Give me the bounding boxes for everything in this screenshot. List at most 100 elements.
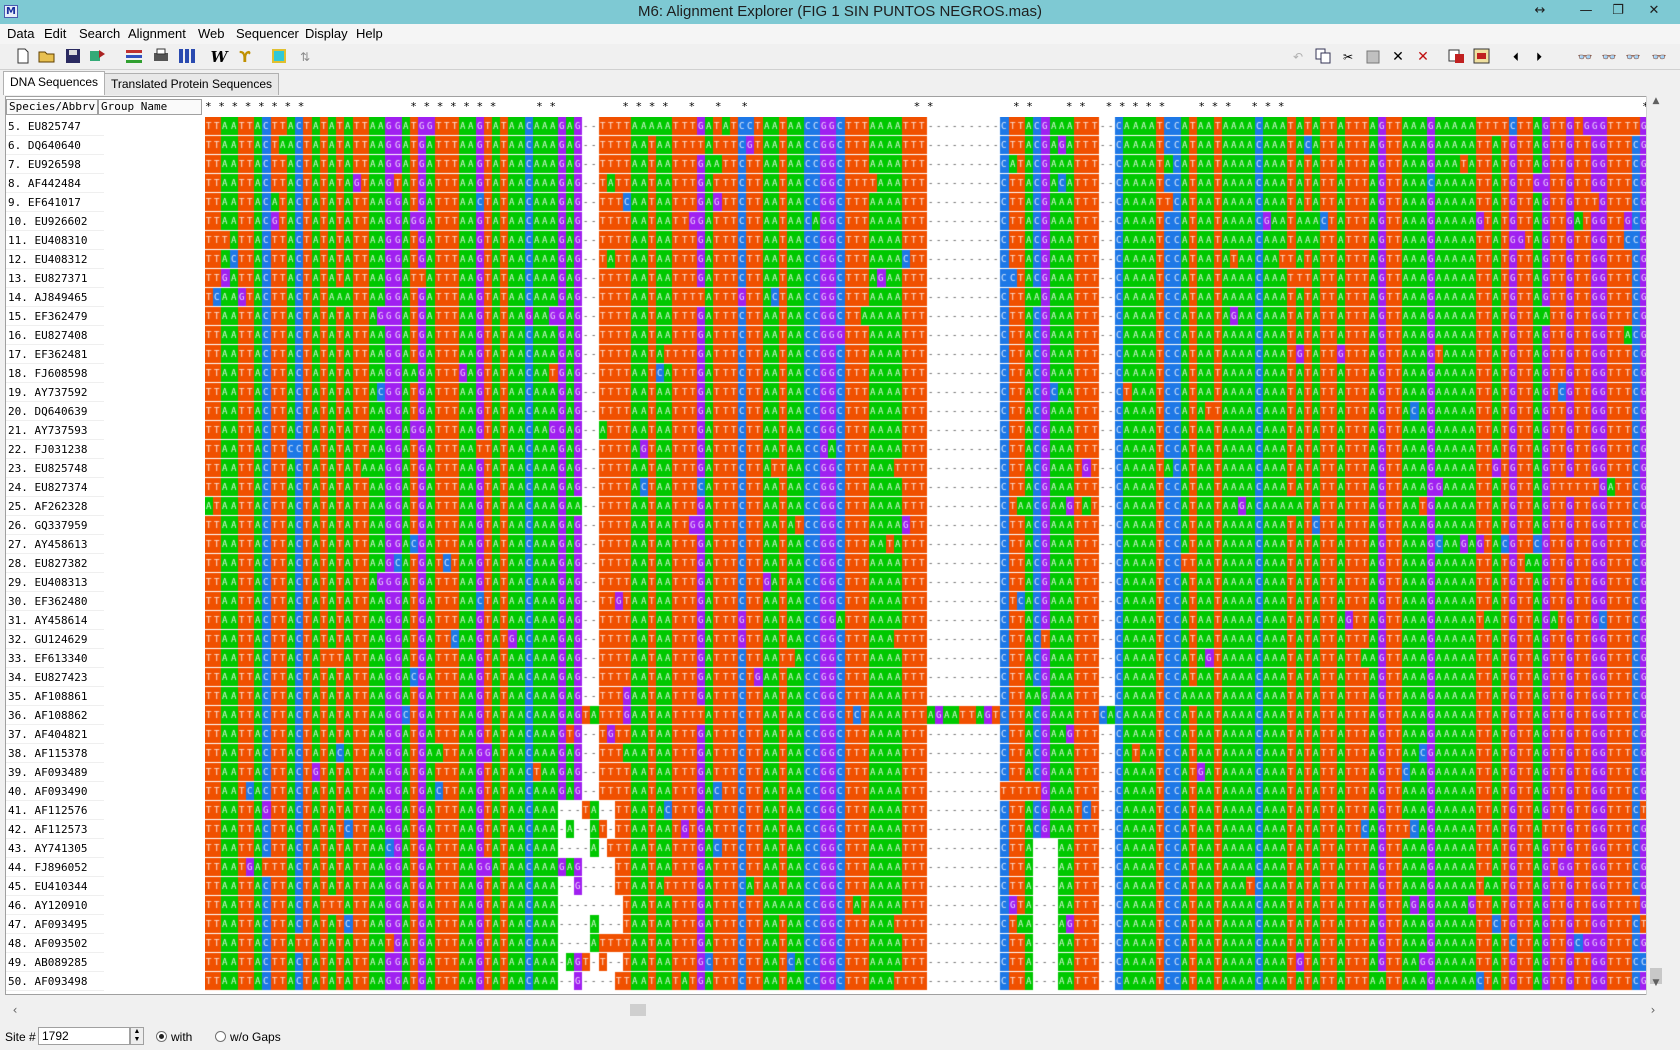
menu-edit[interactable]: Edit <box>44 26 66 41</box>
sequence-name-row[interactable]: 31. AY458614 <box>6 611 104 630</box>
sequence-name-row[interactable]: 21. AY737593 <box>6 421 104 440</box>
sequence-name-row[interactable]: 16. EU827408 <box>6 326 104 345</box>
save-icon[interactable] <box>64 48 82 66</box>
vertical-scrollbar[interactable]: ▲ ▼ <box>1646 96 1666 995</box>
sequence-name-row[interactable]: 15. EF362479 <box>6 307 104 326</box>
sequence-name-row[interactable]: 13. EU827371 <box>6 269 104 288</box>
previous-icon[interactable]: ⏴ <box>1507 48 1525 66</box>
new-file-icon[interactable] <box>14 48 32 66</box>
sequence-name-row[interactable]: 43. AY741305 <box>6 839 104 858</box>
sequence-name-row[interactable]: 45. EU410344 <box>6 877 104 896</box>
menu-alignment[interactable]: Alignment <box>128 26 186 41</box>
close-button[interactable]: ✕ <box>1640 0 1668 22</box>
sequence-name-row[interactable]: 12. EU408312 <box>6 250 104 269</box>
sequence-name-row[interactable]: 39. AF093489 <box>6 763 104 782</box>
sequence-name-row[interactable]: 41. AF112576 <box>6 801 104 820</box>
sequence-name-row[interactable]: 20. DQ640639 <box>6 402 104 421</box>
sequence-matrix[interactable] <box>205 117 1651 994</box>
menu-display[interactable]: Display <box>305 26 348 41</box>
sequence-name-row[interactable]: 48. AF093502 <box>6 934 104 953</box>
sequence-name-row[interactable]: 25. AF262328 <box>6 497 104 516</box>
mark-icon[interactable] <box>1448 48 1466 66</box>
sequence-name-row[interactable]: 18. FJ608598 <box>6 364 104 383</box>
clustalw-icon[interactable] <box>178 48 196 66</box>
menu-help[interactable]: Help <box>356 26 383 41</box>
sequence-name-row[interactable]: 36. AF108862 <box>6 706 104 725</box>
sequence-name-row[interactable]: 26. GQ337959 <box>6 516 104 535</box>
without-gaps-radio[interactable] <box>215 1031 226 1042</box>
cut-icon[interactable]: ✂ <box>1339 48 1357 66</box>
scroll-right-icon[interactable]: › <box>1645 1001 1661 1019</box>
sequence-name-row[interactable]: 46. AY120910 <box>6 896 104 915</box>
scroll-left-icon[interactable]: ‹ <box>7 1001 23 1019</box>
horizontal-scroll-thumb[interactable] <box>630 1004 646 1016</box>
paste-icon[interactable] <box>1364 48 1382 66</box>
next-icon[interactable]: ⏵ <box>1530 48 1548 66</box>
sequence-name-row[interactable]: 29. EU408313 <box>6 573 104 592</box>
edit-icon[interactable] <box>1473 48 1491 66</box>
sequence-name-row[interactable]: 42. AF112573 <box>6 820 104 839</box>
header-species-abbrv[interactable]: Species/Abbrv <box>6 99 98 115</box>
sequence-name-row[interactable]: 17. EF362481 <box>6 345 104 364</box>
sequence-name-row[interactable]: 14. AJ849465 <box>6 288 104 307</box>
undo-icon[interactable]: ↶ <box>1289 48 1307 66</box>
find-marked-icon[interactable]: 👓 <box>1650 48 1668 66</box>
sequence-name-row[interactable]: 8. AF442484 <box>6 174 104 193</box>
sequence-name-row[interactable]: 5. EU825747 <box>6 117 104 136</box>
sequence-name-row[interactable]: 44. FJ896052 <box>6 858 104 877</box>
translate-icon[interactable]: ⇅ <box>296 48 314 66</box>
sequence-name-row[interactable]: 38. AF115378 <box>6 744 104 763</box>
open-folder-icon[interactable] <box>38 48 56 66</box>
muscle-w-icon[interactable]: W <box>210 48 228 66</box>
highlight-icon[interactable] <box>270 48 288 66</box>
align-icon[interactable] <box>125 48 143 66</box>
menu-sequencer[interactable]: Sequencer <box>236 26 299 41</box>
sequence-name-row[interactable]: 28. EU827382 <box>6 554 104 573</box>
delete-icon[interactable]: ✕ <box>1389 48 1407 66</box>
tab-translated-protein-sequences[interactable]: Translated Protein Sequences <box>104 73 279 95</box>
delete-gap-icon[interactable]: ✕ <box>1414 48 1432 66</box>
sequence-name-row[interactable]: 34. EU827423 <box>6 668 104 687</box>
sequence-name-row[interactable]: 49. AB089285 <box>6 953 104 972</box>
alignment-grid[interactable]: Species/Abbrv Group Name * * * * * * * *… <box>5 96 1666 995</box>
header-group-name[interactable]: Group Name <box>98 99 202 115</box>
sequence-name-row[interactable]: 11. EU408310 <box>6 231 104 250</box>
minimize-button[interactable]: — <box>1572 0 1600 22</box>
with-gaps-radio[interactable] <box>156 1031 167 1042</box>
muscle-icon[interactable]: ϒ <box>236 48 254 66</box>
sequence-name-row[interactable]: 7. EU926598 <box>6 155 104 174</box>
site-stepper[interactable]: ▲ ▼ <box>130 1027 144 1045</box>
sequence-name-row[interactable]: 50. AF093498 <box>6 972 104 991</box>
find-next-icon[interactable]: 👓 <box>1624 48 1642 66</box>
menu-data[interactable]: Data <box>7 26 34 41</box>
sequence-name-row[interactable]: 10. EU926602 <box>6 212 104 231</box>
menu-search[interactable]: Search <box>79 26 120 41</box>
sequence-name-row[interactable]: 22. FJ031238 <box>6 440 104 459</box>
sequence-name-row[interactable]: 27. AY458613 <box>6 535 104 554</box>
sequence-name-row[interactable]: 32. GU124629 <box>6 630 104 649</box>
scroll-down-icon[interactable]: ▼ <box>1647 978 1665 994</box>
sequence-name-row[interactable]: 6. DQ640640 <box>6 136 104 155</box>
sequence-name-row[interactable]: 33. EF613340 <box>6 649 104 668</box>
horizontal-scrollbar[interactable]: ‹ › <box>5 1001 1666 1019</box>
scroll-up-icon[interactable]: ▲ <box>1647 96 1665 112</box>
tab-dna-sequences[interactable]: DNA Sequences <box>3 71 106 95</box>
sequence-name-row[interactable]: 19. AY737592 <box>6 383 104 402</box>
maximize-button[interactable]: ❐ <box>1604 0 1632 22</box>
sequence-name-row[interactable]: 47. AF093495 <box>6 915 104 934</box>
menu-web[interactable]: Web <box>198 26 225 41</box>
copy-icon[interactable] <box>1314 48 1332 66</box>
sequence-name-row[interactable]: 23. EU825748 <box>6 459 104 478</box>
sequence-name-row[interactable]: 9. EF641017 <box>6 193 104 212</box>
find-icon[interactable]: 👓 <box>1576 48 1594 66</box>
sequence-name-row[interactable]: 37. AF404821 <box>6 725 104 744</box>
sequence-name-row[interactable]: 30. EF362480 <box>6 592 104 611</box>
resize-icon[interactable]: ↔ <box>1526 0 1554 22</box>
sequence-name-row[interactable]: 24. EU827374 <box>6 478 104 497</box>
print-icon[interactable] <box>152 48 170 66</box>
sequence-name-row[interactable]: 35. AF108861 <box>6 687 104 706</box>
export-icon[interactable] <box>89 48 107 66</box>
site-number-input[interactable] <box>38 1027 130 1045</box>
sequence-name-row[interactable]: 40. AF093490 <box>6 782 104 801</box>
find-previous-icon[interactable]: 👓 <box>1600 48 1618 66</box>
